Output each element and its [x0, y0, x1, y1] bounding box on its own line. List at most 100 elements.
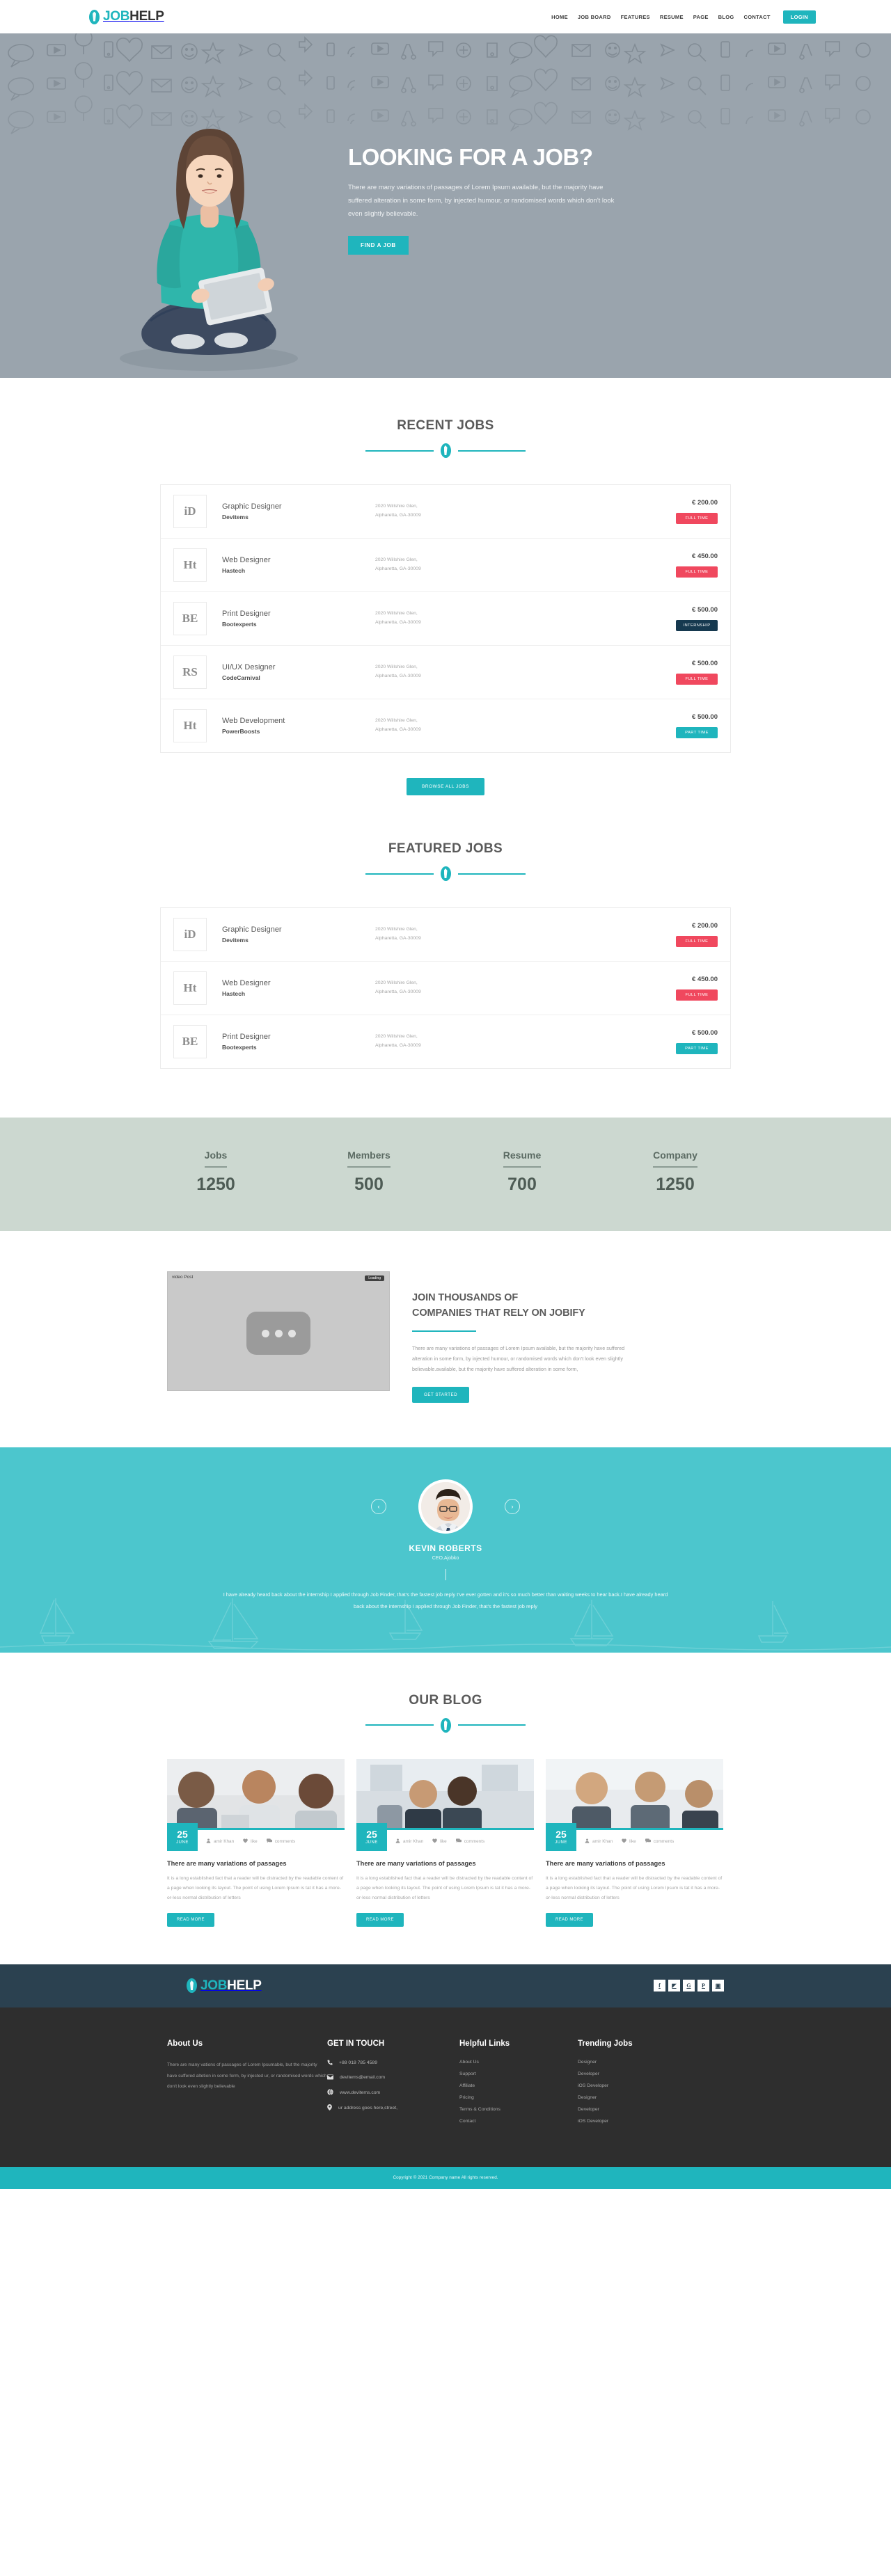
- footer-contact-item[interactable]: +88 018 785 4589: [327, 2060, 459, 2067]
- hero-banner: LOOKING FOR A JOB? There are many variat…: [0, 33, 891, 378]
- job-location: 2020 Willshire Glen, Alpharetta, GA-30009: [375, 980, 421, 994]
- counter-label: Jobs: [204, 1150, 228, 1168]
- facebook-icon[interactable]: f: [654, 1980, 665, 1992]
- blog-likes[interactable]: like: [622, 1838, 636, 1845]
- read-more-button[interactable]: READ MORE: [356, 1912, 404, 1927]
- footer-helpful-link[interactable]: Terms & Conditions: [459, 2107, 578, 2112]
- get-started-button[interactable]: GET STARTED: [412, 1386, 470, 1403]
- footer-main: About Us There are many vations of passa…: [0, 2007, 891, 2167]
- blog-month: JUNE: [555, 1840, 567, 1845]
- footer-trending-link[interactable]: Developer: [578, 2107, 696, 2112]
- footer-contact-item[interactable]: devitems@email.com: [327, 2074, 459, 2081]
- rss-icon[interactable]: ◤: [668, 1980, 680, 1992]
- counter-value: 1250: [656, 1175, 695, 1194]
- counter-item: Company 1250: [599, 1150, 752, 1195]
- heart-icon: [243, 1838, 248, 1845]
- blog-card[interactable]: 25 JUNE amir Khan like comments There are man…: [546, 1758, 723, 1927]
- blog-card[interactable]: 25 JUNE amir Khan like comments There are man…: [167, 1758, 345, 1927]
- job-row[interactable]: iD Graphic Designer Devitems 2020 Willshire…: [161, 908, 730, 962]
- read-more-button[interactable]: READ MORE: [167, 1912, 214, 1927]
- browse-all-jobs-button[interactable]: BROWSE ALL JOBS: [407, 778, 484, 795]
- blog-card[interactable]: 25 JUNE amir Khan like comments There are man…: [356, 1758, 534, 1927]
- testimonial-section: ‹ › KEVIN ROBERTS CEO,Ajobko I have alre…: [0, 1447, 891, 1653]
- footer-helpful-link[interactable]: Pricing: [459, 2095, 578, 2100]
- nav-item-features[interactable]: FEATURES: [621, 14, 650, 20]
- job-title: Web Designer: [222, 979, 271, 987]
- footer-trending-link[interactable]: iOS Developer: [578, 2083, 696, 2088]
- job-row[interactable]: RS UI/UX Designer CodeCarnival 2020 Willshi…: [161, 646, 730, 699]
- read-more-button[interactable]: READ MORE: [546, 1912, 593, 1927]
- chevron-left-icon[interactable]: ‹: [371, 1498, 386, 1514]
- blog-comments[interactable]: comments: [645, 1838, 674, 1845]
- footer-helpful-link[interactable]: Affiliate: [459, 2083, 578, 2088]
- footer-contact-item[interactable]: www.devitems.com: [327, 2089, 459, 2097]
- testimonial-author-role: CEO,Ajobko: [432, 1555, 459, 1561]
- job-title: Graphic Designer: [222, 925, 282, 934]
- nav-item-job-board[interactable]: JOB BOARD: [578, 14, 611, 20]
- job-salary: € 450.00: [692, 552, 718, 560]
- login-button[interactable]: LOGIN: [782, 10, 816, 24]
- footer-trending-link[interactable]: iOS Developer: [578, 2119, 696, 2124]
- blog-month: JUNE: [176, 1840, 189, 1845]
- footer-contact-heading: GET IN TOUCH: [327, 2039, 385, 2048]
- footer-trending-link[interactable]: Designer: [578, 2060, 696, 2065]
- instagram-icon[interactable]: ▣: [712, 1980, 724, 1992]
- footer-brand-part2: HELP: [227, 1978, 262, 1993]
- footer-top-bar: JOBHELP f ◤ G P ▣: [0, 1964, 891, 2007]
- brand-logo[interactable]: JOBHELP: [89, 9, 164, 24]
- footer-social-links: f ◤ G P ▣: [654, 1980, 724, 1992]
- job-company: Hastech: [222, 990, 246, 997]
- footer-contact-item[interactable]: ur address goes here,street,: [327, 2104, 459, 2112]
- blog-likes[interactable]: like: [432, 1838, 447, 1845]
- blog-likes[interactable]: like: [243, 1838, 258, 1845]
- job-row[interactable]: Ht Web Designer Hastech 2020 Willshire Glen…: [161, 539, 730, 592]
- recent-jobs-list: iD Graphic Designer Devitems 2020 Willshire…: [160, 484, 731, 753]
- featured-jobs-list: iD Graphic Designer Devitems 2020 Willshire…: [160, 907, 731, 1069]
- footer-helpful-link[interactable]: Support: [459, 2072, 578, 2076]
- brand-name-part2: HELP: [129, 9, 164, 24]
- comment-icon: [645, 1838, 651, 1845]
- footer-brand-logo[interactable]: JOBHELP: [187, 1978, 262, 1994]
- nav-item-blog[interactable]: BLOG: [718, 14, 734, 20]
- find-a-job-button[interactable]: FIND A JOB: [348, 236, 409, 255]
- footer-helpful-link[interactable]: About Us: [459, 2060, 578, 2065]
- blog-post-excerpt: It is a long established fact that a rea…: [546, 1875, 723, 1900]
- nav-item-resume[interactable]: RESUME: [660, 14, 684, 20]
- google-plus-icon[interactable]: G: [683, 1980, 695, 1992]
- footer-helpful-link[interactable]: Contact: [459, 2119, 578, 2124]
- job-row[interactable]: BE Print Designer Bootexperts 2020 Willshir…: [161, 592, 730, 646]
- job-type-badge: PART TIME: [676, 727, 718, 738]
- pinterest-icon[interactable]: P: [697, 1980, 709, 1992]
- video-play-button[interactable]: [246, 1312, 310, 1355]
- job-title: Graphic Designer: [222, 502, 282, 511]
- job-salary: € 500.00: [692, 606, 718, 614]
- footer-trending-link[interactable]: Designer: [578, 2095, 696, 2100]
- job-location: 2020 Willshire Glen, Alpharetta, GA-30009: [375, 927, 421, 941]
- footer-trending-link[interactable]: Developer: [578, 2072, 696, 2076]
- chevron-right-icon[interactable]: ›: [505, 1498, 520, 1514]
- nav-item-contact[interactable]: CONTACT: [744, 14, 771, 20]
- blog-post-excerpt: It is a long established fact that a rea…: [356, 1875, 533, 1900]
- job-type-badge: PART TIME: [676, 1043, 718, 1054]
- promo-video-player[interactable]: video Post Loading: [167, 1271, 390, 1391]
- footer-about-heading: About Us: [167, 2039, 203, 2048]
- blog-comments[interactable]: comments: [455, 1838, 484, 1845]
- job-row[interactable]: iD Graphic Designer Devitems 2020 Willshire…: [161, 485, 730, 539]
- nav-item-page[interactable]: PAGE: [693, 14, 709, 20]
- blog-post-excerpt: It is a long established fact that a rea…: [167, 1875, 344, 1900]
- job-row[interactable]: BE Print Designer Bootexperts 2020 Willshir…: [161, 1015, 730, 1068]
- counter-value: 500: [354, 1175, 384, 1194]
- video-title-label: video Post: [172, 1275, 194, 1280]
- job-salary: € 500.00: [692, 713, 718, 721]
- job-row[interactable]: Ht Web Development PowerBoosts 2020 Willshi…: [161, 699, 730, 752]
- job-location: 2020 Willshire Glen, Alpharetta, GA-30009: [375, 557, 421, 571]
- nav-item-home[interactable]: HOME: [551, 14, 568, 20]
- blog-comments[interactable]: comments: [266, 1838, 295, 1845]
- job-row[interactable]: Ht Web Designer Hastech 2020 Willshire Glen…: [161, 962, 730, 1015]
- user-icon: [395, 1838, 400, 1845]
- company-logo-icon: Ht: [173, 548, 207, 582]
- recent-jobs-title: RECENT JOBS: [397, 418, 494, 433]
- company-logo-icon: BE: [173, 602, 207, 635]
- footer-helpful-links-column: Helpful Links About Us Support Affiliate Pr…: [459, 2040, 578, 2131]
- job-salary: € 450.00: [692, 976, 718, 983]
